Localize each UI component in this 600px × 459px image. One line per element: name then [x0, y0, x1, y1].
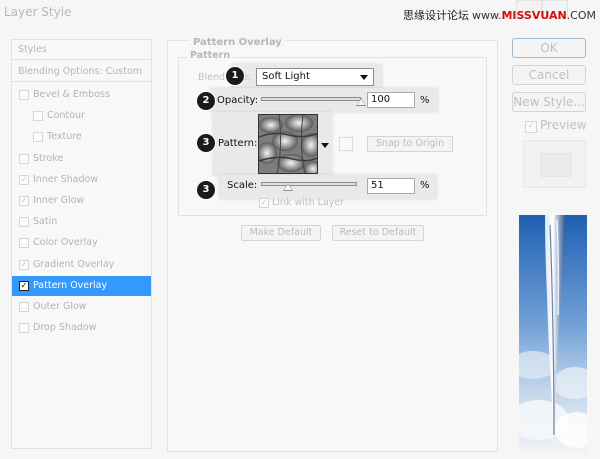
opacity-slider-track[interactable] [261, 97, 361, 101]
style-item-pattern-overlay[interactable]: ✓ Pattern Overlay [12, 275, 151, 296]
style-item-checkbox[interactable] [19, 323, 29, 334]
link-with-layer-label: Link with Layer [272, 197, 345, 208]
style-item-checkbox[interactable] [19, 302, 29, 312]
pattern-overlay-title: Pattern Overlay [190, 37, 285, 48]
scale-slider-thumb[interactable] [282, 183, 293, 191]
style-item-checkbox[interactable] [19, 153, 29, 164]
style-item-bevel-emboss[interactable]: Bevel & Emboss [12, 85, 151, 105]
blending-options-item[interactable]: Blending Options: Custom [12, 62, 151, 82]
styles-list: Styles Blending Options: Custom Bevel & … [11, 39, 152, 449]
style-item-label: Contour [47, 110, 85, 122]
style-item-label: Pattern Overlay [33, 279, 108, 291]
style-item-label: Gradient Overlay [33, 258, 115, 270]
blend-mode-select[interactable]: Soft Light [256, 68, 374, 86]
style-item-inner-shadow[interactable]: ✓ Inner Shadow [12, 170, 151, 190]
scale-input[interactable]: 51 [367, 178, 415, 194]
make-default-button[interactable]: Make Default [241, 225, 321, 241]
ok-button[interactable]: OK [512, 38, 586, 58]
style-item-inner-glow[interactable]: ✓ Inner Glow [12, 191, 151, 211]
scale-unit: % [420, 180, 430, 191]
snap-to-origin-button[interactable]: Snap to Origin [367, 136, 453, 152]
style-item-label: Stroke [33, 152, 64, 164]
watermark-site-prefix: www. [471, 9, 502, 22]
opacity-slider-thumb[interactable] [356, 98, 366, 106]
style-item-checkbox[interactable] [19, 238, 29, 249]
style-item-color-overlay[interactable]: Color Overlay [12, 233, 151, 253]
style-item-satin[interactable]: Satin [12, 212, 151, 232]
style-item-checkbox[interactable] [33, 132, 43, 143]
style-item-label: Outer Glow [33, 301, 87, 312]
chevron-down-icon [360, 75, 368, 80]
style-item-outer-glow[interactable]: Outer Glow [12, 297, 151, 317]
watermark-cn: 思缘设计论坛 [402, 9, 469, 22]
callout-badge-3b: 3 [197, 181, 215, 199]
callout-badge-3: 3 [197, 134, 215, 152]
opacity-label: Opacity: [217, 95, 259, 106]
window-title: Layer Style [4, 5, 72, 19]
blend-mode-label-text: Blend [198, 72, 226, 83]
new-style-button[interactable]: New Style... [512, 92, 586, 112]
style-item-checkbox[interactable] [33, 111, 43, 122]
pattern-subgroup-title: Pattern [187, 50, 234, 61]
link-with-layer-checkbox[interactable]: ✓ [259, 198, 269, 208]
opacity-input[interactable]: 100 [367, 92, 415, 108]
style-item-gradient-overlay[interactable]: ✓ Gradient Overlay [12, 255, 151, 275]
watermark: 思缘设计论坛 www.MISSVUAN.COM [403, 7, 596, 23]
style-item-checkbox[interactable]: ✓ [19, 259, 29, 270]
icicle-image [519, 215, 587, 453]
style-item-checkbox[interactable] [19, 217, 29, 228]
style-item-checkbox[interactable]: ✓ [19, 280, 29, 291]
style-item-label: Color Overlay [33, 237, 98, 249]
callout-badge-2: 2 [197, 92, 215, 110]
scale-slider-track[interactable] [261, 182, 357, 186]
style-item-label: Inner Shadow [33, 173, 99, 185]
style-preview-thumbnail [523, 140, 586, 188]
watermark-site-suffix: .COM [566, 9, 596, 22]
style-item-checkbox[interactable]: ✓ [19, 196, 29, 206]
preview-label: Preview [540, 118, 587, 132]
cancel-button[interactable]: Cancel [512, 65, 586, 85]
style-item-stroke[interactable]: Stroke [12, 149, 151, 169]
style-item-label: Satin [33, 216, 58, 228]
style-item-label: Texture [47, 131, 82, 143]
style-item-drop-shadow[interactable]: Drop Shadow [12, 318, 151, 338]
style-item-label: Drop Shadow [33, 322, 97, 334]
blend-mode-value: Soft Light [262, 71, 310, 82]
reset-to-default-button[interactable]: Reset to Default [332, 225, 424, 241]
styles-header[interactable]: Styles [12, 40, 151, 60]
style-item-label: Inner Glow [33, 195, 85, 206]
callout-badge-1: 1 [226, 67, 244, 85]
style-item-label: Bevel & Emboss [33, 89, 110, 100]
pattern-label: Pattern: [218, 138, 258, 149]
style-item-contour[interactable]: Contour [12, 106, 151, 126]
style-item-texture[interactable]: Texture [12, 127, 151, 147]
style-item-checkbox[interactable] [19, 90, 29, 100]
new-preset-icon[interactable] [339, 137, 353, 151]
blend-mode-label: Blend e: [198, 72, 251, 83]
pattern-swatch[interactable] [258, 114, 318, 174]
preview-checkbox[interactable]: ✓ [525, 121, 537, 133]
style-item-checkbox[interactable]: ✓ [19, 174, 29, 185]
pattern-picker-chevron-icon[interactable] [321, 143, 329, 148]
watermark-site-red: MISSVUAN [501, 9, 567, 22]
scale-label: Scale: [227, 180, 258, 191]
opacity-unit: % [420, 95, 430, 106]
